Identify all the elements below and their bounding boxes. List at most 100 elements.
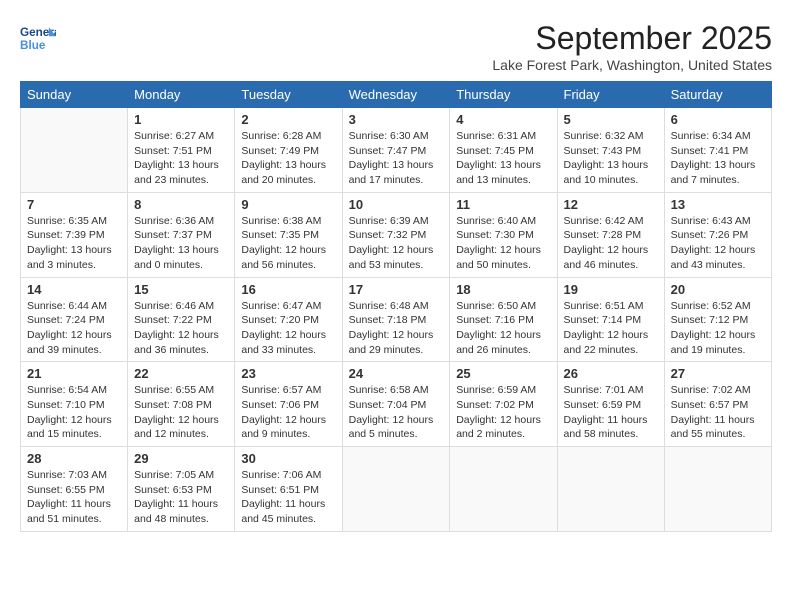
- calendar-cell: 30 Sunrise: 7:06 AM Sunset: 6:51 PM Dayli…: [235, 447, 342, 532]
- day-info: Sunrise: 6:47 AM Sunset: 7:20 PM Dayligh…: [241, 299, 335, 358]
- day-number: 13: [671, 197, 765, 212]
- calendar-cell: 29 Sunrise: 7:05 AM Sunset: 6:53 PM Dayli…: [128, 447, 235, 532]
- day-info: Sunrise: 6:52 AM Sunset: 7:12 PM Dayligh…: [671, 299, 765, 358]
- day-number: 25: [456, 366, 550, 381]
- day-info: Sunrise: 6:30 AM Sunset: 7:47 PM Dayligh…: [349, 129, 444, 188]
- day-info: Sunrise: 6:54 AM Sunset: 7:10 PM Dayligh…: [27, 383, 121, 442]
- calendar-cell: 10Sunrise: 6:39 AM Sunset: 7:32 PM Dayli…: [342, 192, 450, 277]
- day-number: 28: [27, 451, 121, 466]
- col-header-sunday: Sunday: [21, 82, 128, 108]
- calendar-cell: 4 Sunrise: 6:31 AM Sunset: 7:45 PM Daylig…: [450, 108, 557, 193]
- day-number: 30: [241, 451, 335, 466]
- day-info: Sunrise: 7:05 AM Sunset: 6:53 PM Dayligh…: [134, 468, 228, 527]
- col-header-wednesday: Wednesday: [342, 82, 450, 108]
- calendar-cell: [21, 108, 128, 193]
- calendar-cell: 22 Sunrise: 6:55 AM Sunset: 7:08 PM Dayli…: [128, 362, 235, 447]
- calendar-cell: 1 Sunrise: 6:27 AM Sunset: 7:51 PM Daylig…: [128, 108, 235, 193]
- day-number: 23: [241, 366, 335, 381]
- day-info: Sunrise: 6:36 AM Sunset: 7:37 PM Dayligh…: [134, 214, 228, 273]
- day-number: 8: [134, 197, 228, 212]
- day-number: 6: [671, 112, 765, 127]
- calendar-cell: [450, 447, 557, 532]
- calendar-cell: 7Sunrise: 6:35 AM Sunset: 7:39 PM Daylig…: [21, 192, 128, 277]
- calendar-week-row: 28 Sunrise: 7:03 AM Sunset: 6:55 PM Dayli…: [21, 447, 772, 532]
- calendar-cell: 5Sunrise: 6:32 AM Sunset: 7:43 PM Daylig…: [557, 108, 664, 193]
- day-info: Sunrise: 7:02 AM Sunset: 6:57 PM Dayligh…: [671, 383, 765, 442]
- calendar-cell: 19Sunrise: 6:51 AM Sunset: 7:14 PM Dayli…: [557, 277, 664, 362]
- calendar-cell: 15 Sunrise: 6:46 AM Sunset: 7:22 PM Dayli…: [128, 277, 235, 362]
- day-number: 9: [241, 197, 335, 212]
- day-number: 4: [456, 112, 550, 127]
- day-info: Sunrise: 6:28 AM Sunset: 7:49 PM Dayligh…: [241, 129, 335, 188]
- day-number: 11: [456, 197, 550, 212]
- calendar-cell: 14Sunrise: 6:44 AM Sunset: 7:24 PM Dayli…: [21, 277, 128, 362]
- calendar-cell: 13 Sunrise: 6:43 AM Sunset: 7:26 PM Dayli…: [664, 192, 771, 277]
- col-header-monday: Monday: [128, 82, 235, 108]
- header: General Blue September 2025 Lake Forest …: [20, 20, 772, 73]
- calendar-table: SundayMondayTuesdayWednesdayThursdayFrid…: [20, 81, 772, 532]
- day-info: Sunrise: 6:38 AM Sunset: 7:35 PM Dayligh…: [241, 214, 335, 273]
- day-number: 17: [349, 282, 444, 297]
- day-info: Sunrise: 6:51 AM Sunset: 7:14 PM Dayligh…: [564, 299, 658, 358]
- calendar-cell: 11 Sunrise: 6:40 AM Sunset: 7:30 PM Dayli…: [450, 192, 557, 277]
- day-info: Sunrise: 7:03 AM Sunset: 6:55 PM Dayligh…: [27, 468, 121, 527]
- day-info: Sunrise: 6:44 AM Sunset: 7:24 PM Dayligh…: [27, 299, 121, 358]
- calendar-cell: 23Sunrise: 6:57 AM Sunset: 7:06 PM Dayli…: [235, 362, 342, 447]
- calendar-cell: 20 Sunrise: 6:52 AM Sunset: 7:12 PM Dayli…: [664, 277, 771, 362]
- day-info: Sunrise: 6:55 AM Sunset: 7:08 PM Dayligh…: [134, 383, 228, 442]
- month-title: September 2025: [492, 20, 772, 57]
- location: Lake Forest Park, Washington, United Sta…: [492, 57, 772, 73]
- day-number: 10: [349, 197, 444, 212]
- col-header-thursday: Thursday: [450, 82, 557, 108]
- day-info: Sunrise: 6:43 AM Sunset: 7:26 PM Dayligh…: [671, 214, 765, 273]
- col-header-saturday: Saturday: [664, 82, 771, 108]
- calendar-cell: 18Sunrise: 6:50 AM Sunset: 7:16 PM Dayli…: [450, 277, 557, 362]
- day-number: 24: [349, 366, 444, 381]
- calendar-cell: 21 Sunrise: 6:54 AM Sunset: 7:10 PM Dayli…: [21, 362, 128, 447]
- day-number: 3: [349, 112, 444, 127]
- logo: General Blue: [20, 20, 60, 56]
- svg-text:Blue: Blue: [20, 39, 46, 52]
- col-header-tuesday: Tuesday: [235, 82, 342, 108]
- day-number: 27: [671, 366, 765, 381]
- col-header-friday: Friday: [557, 82, 664, 108]
- day-number: 29: [134, 451, 228, 466]
- calendar-cell: 27 Sunrise: 7:02 AM Sunset: 6:57 PM Dayli…: [664, 362, 771, 447]
- day-info: Sunrise: 6:46 AM Sunset: 7:22 PM Dayligh…: [134, 299, 228, 358]
- calendar-cell: 24 Sunrise: 6:58 AM Sunset: 7:04 PM Dayli…: [342, 362, 450, 447]
- calendar-cell: [342, 447, 450, 532]
- day-number: 12: [564, 197, 658, 212]
- title-block: September 2025 Lake Forest Park, Washing…: [492, 20, 772, 73]
- day-info: Sunrise: 6:58 AM Sunset: 7:04 PM Dayligh…: [349, 383, 444, 442]
- calendar-cell: 28 Sunrise: 7:03 AM Sunset: 6:55 PM Dayli…: [21, 447, 128, 532]
- calendar-cell: 12 Sunrise: 6:42 AM Sunset: 7:28 PM Dayli…: [557, 192, 664, 277]
- calendar-week-row: 14Sunrise: 6:44 AM Sunset: 7:24 PM Dayli…: [21, 277, 772, 362]
- day-info: Sunrise: 6:31 AM Sunset: 7:45 PM Dayligh…: [456, 129, 550, 188]
- day-number: 22: [134, 366, 228, 381]
- day-info: Sunrise: 6:59 AM Sunset: 7:02 PM Dayligh…: [456, 383, 550, 442]
- day-number: 16: [241, 282, 335, 297]
- calendar-cell: 8 Sunrise: 6:36 AM Sunset: 7:37 PM Daylig…: [128, 192, 235, 277]
- day-info: Sunrise: 6:27 AM Sunset: 7:51 PM Dayligh…: [134, 129, 228, 188]
- calendar-cell: 9 Sunrise: 6:38 AM Sunset: 7:35 PM Daylig…: [235, 192, 342, 277]
- day-info: Sunrise: 6:40 AM Sunset: 7:30 PM Dayligh…: [456, 214, 550, 273]
- day-number: 21: [27, 366, 121, 381]
- calendar-cell: [557, 447, 664, 532]
- calendar-cell: 16 Sunrise: 6:47 AM Sunset: 7:20 PM Dayli…: [235, 277, 342, 362]
- calendar-cell: 25 Sunrise: 6:59 AM Sunset: 7:02 PM Dayli…: [450, 362, 557, 447]
- calendar-header-row: SundayMondayTuesdayWednesdayThursdayFrid…: [21, 82, 772, 108]
- day-info: Sunrise: 6:48 AM Sunset: 7:18 PM Dayligh…: [349, 299, 444, 358]
- day-info: Sunrise: 6:35 AM Sunset: 7:39 PM Dayligh…: [27, 214, 121, 273]
- calendar-cell: 17 Sunrise: 6:48 AM Sunset: 7:18 PM Dayli…: [342, 277, 450, 362]
- calendar-week-row: 21 Sunrise: 6:54 AM Sunset: 7:10 PM Dayli…: [21, 362, 772, 447]
- day-number: 1: [134, 112, 228, 127]
- calendar-week-row: 1 Sunrise: 6:27 AM Sunset: 7:51 PM Daylig…: [21, 108, 772, 193]
- day-number: 15: [134, 282, 228, 297]
- day-number: 18: [456, 282, 550, 297]
- calendar-cell: [664, 447, 771, 532]
- day-info: Sunrise: 6:42 AM Sunset: 7:28 PM Dayligh…: [564, 214, 658, 273]
- day-number: 2: [241, 112, 335, 127]
- day-number: 20: [671, 282, 765, 297]
- day-info: Sunrise: 7:06 AM Sunset: 6:51 PM Dayligh…: [241, 468, 335, 527]
- calendar-cell: 3 Sunrise: 6:30 AM Sunset: 7:47 PM Daylig…: [342, 108, 450, 193]
